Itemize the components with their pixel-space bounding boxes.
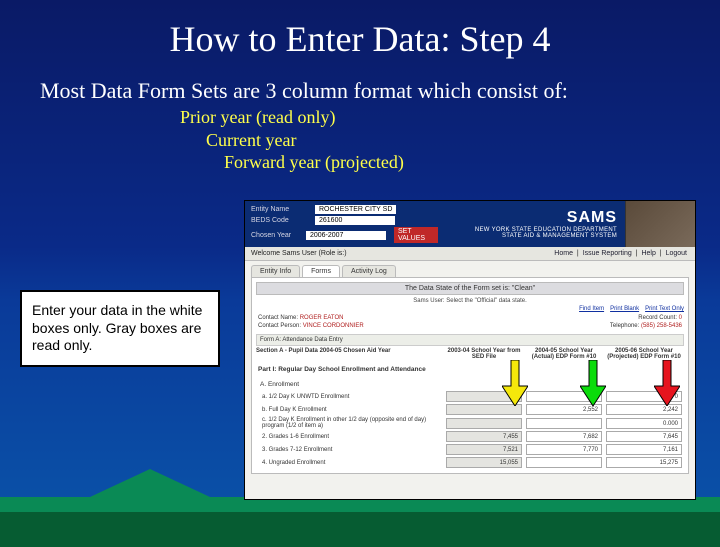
bullet-list: Prior year (read only) Current year Forw… — [180, 106, 404, 174]
form-links: Find Item Print Blank Print Text Only — [256, 304, 684, 314]
banner-photo — [625, 201, 695, 247]
arrow-yellow-icon — [502, 360, 528, 406]
chosen-year-label: Chosen Year — [251, 232, 302, 239]
telephone-value: (585) 258-5436 — [641, 323, 682, 329]
table-row: b. Full Day K Enrollment2,5522,242 — [256, 403, 684, 416]
nav-home[interactable]: Home — [554, 250, 573, 257]
contact-person-value: VINCE CORDONNIER — [303, 323, 364, 329]
tab-forms[interactable]: Forms — [302, 265, 340, 277]
arrow-green-icon — [580, 360, 606, 406]
cell-current-year[interactable] — [526, 457, 602, 468]
table-row: 4. Ungraded Enrollment15,055 15,275 — [256, 456, 684, 469]
arrow-red-icon — [654, 360, 680, 406]
telephone-label: Telephone — [610, 323, 638, 329]
table-row: c. 1/2 Day K Enrollment in other 1/2 day… — [256, 416, 684, 430]
welcome-bar: Welcome Sams User (Role is:) Home | Issu… — [245, 247, 695, 261]
link-print-text[interactable]: Print Text Only — [645, 306, 684, 312]
cell-current-year[interactable]: 7,770 — [526, 444, 602, 455]
data-rows: a. 1/2 Day K UNWTD Enrollment00b. Full D… — [256, 390, 684, 469]
chosen-year-value: 2006-2007 — [306, 231, 386, 240]
cell-prior-year: 15,055 — [446, 457, 522, 468]
cell-prior-year: 7,455 — [446, 431, 522, 442]
form-state-title: The Data State of the Form set is: "Clea… — [256, 282, 684, 295]
section-header: Form A: Attendance Data Entry — [256, 334, 684, 346]
link-print-blank[interactable]: Print Blank — [610, 306, 639, 312]
table-row: 2. Grades 1-6 Enrollment7,455 7,682 7,645 — [256, 430, 684, 443]
banner-title: SAMS NEW YORK STATE EDUCATION DEPARTMENT… — [444, 209, 625, 239]
cell-forward-year[interactable]: 7,161 — [606, 444, 682, 455]
entity-name-label: Entity Name — [251, 206, 311, 213]
row-label: a. 1/2 Day K UNWTD Enrollment — [256, 394, 444, 400]
welcome-text: Welcome Sams User (Role is:) — [251, 250, 347, 257]
bullet-current-year: Current year — [206, 129, 404, 152]
cell-prior-year — [446, 418, 522, 429]
tab-entity-info[interactable]: Entity Info — [251, 265, 300, 277]
slide-subtitle: Most Data Form Sets are 3 column format … — [40, 78, 680, 104]
cell-forward-year[interactable]: 0.000 — [606, 418, 682, 429]
col-header-1: 2003-04 School Year from SED File — [444, 348, 524, 360]
cell-current-year[interactable] — [526, 418, 602, 429]
section-note: Section A - Pupil Data 2004-05 Chosen Ai… — [256, 348, 444, 360]
set-values-button[interactable]: SET VALUES — [394, 227, 438, 243]
beds-code-value: 261600 — [315, 216, 395, 225]
link-find-item[interactable]: Find Item — [579, 306, 604, 312]
tab-bar: Entity Info Forms Activity Log — [245, 261, 695, 277]
row-label: 3. Grades 7-12 Enrollment — [256, 447, 444, 453]
beds-code-label: BEDS Code — [251, 217, 311, 224]
contact-name-label: Contact Name — [258, 315, 296, 321]
slide-title: How to Enter Data: Step 4 — [0, 18, 720, 60]
contact-name-value: ROGER EATON — [300, 315, 344, 321]
column-headers: Section A - Pupil Data 2004-05 Chosen Ai… — [256, 348, 684, 360]
cell-prior-year: 7,521 — [446, 444, 522, 455]
app-banner: Entity Name ROCHESTER CITY SD BEDS Code … — [245, 201, 695, 247]
bullet-prior-year: Prior year (read only) — [180, 106, 404, 129]
banner-left: Entity Name ROCHESTER CITY SD BEDS Code … — [245, 201, 444, 247]
sams-logo-text: SAMS — [567, 209, 617, 227]
nav-logout[interactable]: Logout — [666, 250, 687, 257]
row-label: b. Full Day K Enrollment — [256, 407, 444, 413]
table-row: 3. Grades 7-12 Enrollment7,521 7,770 7,161 — [256, 443, 684, 456]
row-label: 2. Grades 1-6 Enrollment — [256, 434, 444, 440]
row-label: c. 1/2 Day K Enrollment in other 1/2 day… — [256, 417, 444, 429]
record-count-label: Record Count — [638, 315, 675, 321]
record-count-value: 0 — [679, 315, 682, 321]
nav-help[interactable]: Help — [641, 250, 655, 257]
table-row: a. 1/2 Day K UNWTD Enrollment00 — [256, 390, 684, 403]
col-header-2: 2004-05 School Year (Actual) EDP Form #1… — [524, 348, 604, 360]
callout-box: Enter your data in the white boxes only.… — [20, 290, 220, 367]
contact-person-label: Contact Person — [258, 323, 299, 329]
col-header-3: 2005-06 School Year (Projected) EDP Form… — [604, 348, 684, 360]
cell-forward-year[interactable]: 15,275 — [606, 457, 682, 468]
row-label: 4. Ungraded Enrollment — [256, 460, 444, 466]
cell-forward-year[interactable]: 7,645 — [606, 431, 682, 442]
bullet-forward-year: Forward year (projected) — [224, 151, 404, 174]
form-area: The Data State of the Form set is: "Clea… — [251, 277, 689, 474]
slide: How to Enter Data: Step 4 Most Data Form… — [0, 0, 720, 547]
part1-label: Part I: Regular Day School Enrollment an… — [256, 364, 684, 375]
cell-current-year[interactable]: 7,682 — [526, 431, 602, 442]
app-screenshot: Entity Name ROCHESTER CITY SD BEDS Code … — [244, 200, 696, 500]
tab-activity-log[interactable]: Activity Log — [342, 265, 396, 277]
entity-name-value: ROCHESTER CITY SD — [315, 205, 396, 214]
group-a-label: A. Enrollment — [256, 379, 684, 390]
dept-line2: STATE AID & MANAGEMENT SYSTEM — [502, 233, 617, 239]
nav-issue[interactable]: Issue Reporting — [583, 250, 632, 257]
